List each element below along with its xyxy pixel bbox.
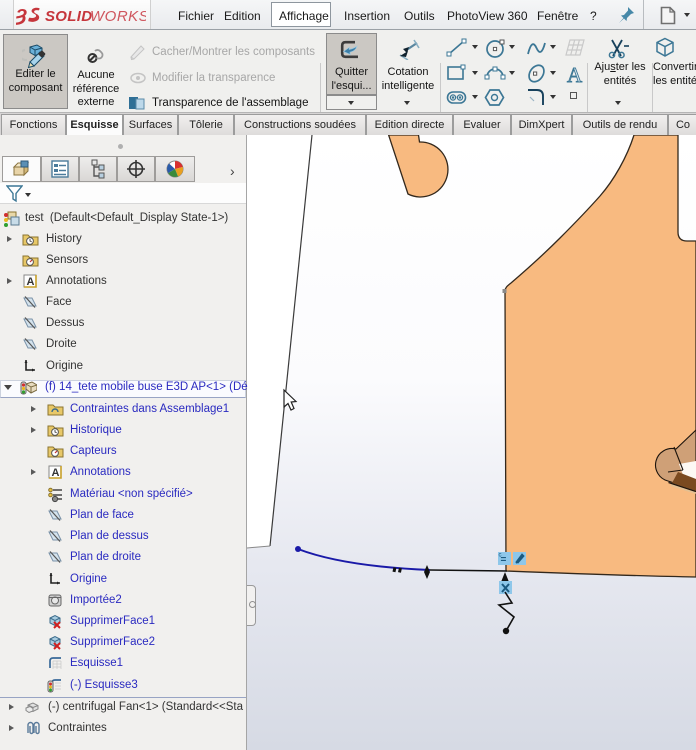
- svg-text:ȝ: ȝ: [16, 3, 27, 26]
- svg-text:A: A: [52, 467, 60, 479]
- svg-text:c: c: [499, 553, 502, 559]
- svg-text:WORKS: WORKS: [90, 8, 146, 25]
- svg-text:A: A: [567, 64, 583, 86]
- svg-text:SOLID: SOLID: [45, 8, 92, 25]
- svg-text:A: A: [27, 276, 35, 288]
